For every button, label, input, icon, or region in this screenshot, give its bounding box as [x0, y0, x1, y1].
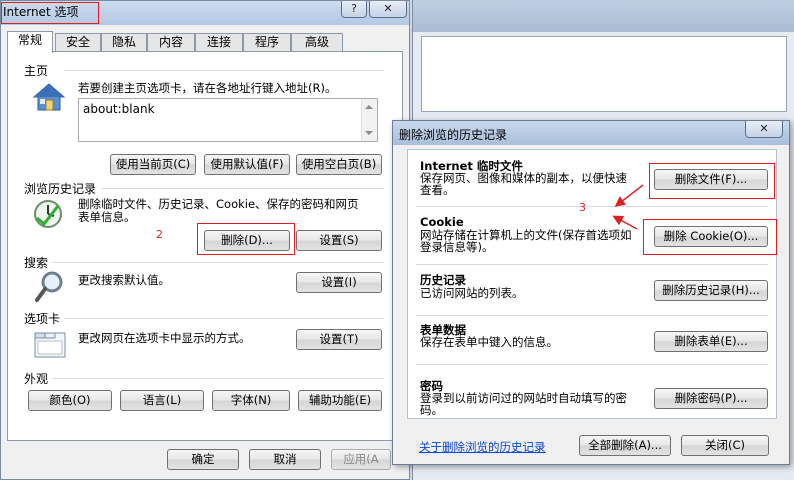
- tab-programs[interactable]: 程序: [243, 33, 291, 52]
- close-button[interactable]: ✕: [369, 1, 407, 18]
- search-heading: 搜索: [24, 256, 49, 270]
- tab-privacy[interactable]: 隐私: [101, 33, 147, 52]
- divider: [64, 70, 384, 71]
- step-3-label: 3: [579, 201, 586, 214]
- form-data-desc-line1: 保存在表单中键入的信息。: [420, 335, 558, 349]
- browsing-history-heading: 浏览历史记录: [24, 182, 97, 196]
- delete-forms-button[interactable]: 删除表单(E)...: [654, 331, 768, 352]
- background-window-band: [413, 0, 794, 32]
- languages-button[interactable]: 语言(L): [120, 390, 204, 411]
- home-page-url-value: about:blank: [83, 102, 155, 116]
- apply-button[interactable]: 应用(A: [331, 449, 391, 470]
- magnifier-icon: [34, 270, 66, 304]
- delete-button-highlight-box: [197, 223, 295, 255]
- background-window-content: [421, 36, 787, 112]
- divider: [52, 262, 384, 263]
- history-desc-line1: 已访问网站的列表。: [420, 286, 524, 300]
- step-2-label: 2: [156, 228, 163, 241]
- tabs-description: 更改网页在选项卡中显示的方式。: [78, 331, 251, 345]
- fonts-button[interactable]: 字体(N): [212, 390, 290, 411]
- delete-history-dialog: 删除浏览的历史记录 ✕ Internet 临时文件 保存网页、图像和媒体的副本，…: [392, 120, 790, 465]
- help-button[interactable]: ?: [341, 1, 367, 18]
- tab-content[interactable]: 内容: [147, 33, 195, 52]
- divider: [52, 378, 384, 379]
- scroll-up-icon[interactable]: [365, 105, 373, 109]
- home-page-url-input[interactable]: about:blank: [78, 98, 378, 142]
- delete-files-highlight-box: [649, 163, 775, 199]
- close-dialog-button[interactable]: 关闭(C): [681, 435, 769, 456]
- tab-connections[interactable]: 连接: [195, 33, 243, 52]
- delete-history-list-button[interactable]: 删除历史记录(H)...: [654, 280, 768, 301]
- divider: [416, 364, 768, 365]
- url-scrollbar[interactable]: [361, 99, 377, 141]
- delete-history-title-bar[interactable]: 删除浏览的历史记录 ✕: [393, 121, 789, 145]
- ok-button[interactable]: 确定: [167, 449, 239, 470]
- scroll-down-icon[interactable]: [365, 131, 373, 135]
- internet-options-dialog: Internet 选项 ? ✕ 常规 安全 隐私 内容 连接 程序 高级 主页 …: [0, 0, 410, 480]
- divider: [64, 318, 384, 319]
- history-settings-button[interactable]: 设置(S): [296, 230, 382, 251]
- home-page-heading: 主页: [24, 64, 49, 78]
- use-current-button[interactable]: 使用当前页(C): [110, 154, 196, 175]
- appearance-heading: 外观: [24, 372, 49, 386]
- tab-general[interactable]: 常规: [7, 31, 53, 53]
- delete-all-button[interactable]: 全部删除(A)...: [579, 435, 671, 456]
- passwords-desc-line2: 码。: [420, 403, 443, 417]
- cookie-title: Cookie: [420, 215, 464, 229]
- history-description-line2: 表单信息。: [78, 210, 136, 224]
- use-default-button[interactable]: 使用默认值(F): [204, 154, 290, 175]
- delete-history-close-button[interactable]: ✕: [745, 121, 783, 138]
- tab-advanced[interactable]: 高级: [291, 33, 343, 52]
- colors-button[interactable]: 颜色(O): [28, 390, 112, 411]
- passwords-desc-line1: 登录到以前访问过的网站时自动填写的密: [420, 391, 627, 405]
- cancel-button[interactable]: 取消: [249, 449, 321, 470]
- use-blank-button[interactable]: 使用空白页(B): [296, 154, 382, 175]
- house-icon: [32, 82, 66, 112]
- divider: [416, 315, 768, 316]
- tabs-window-icon: [34, 328, 66, 360]
- about-delete-history-link[interactable]: 关于删除浏览的历史记录: [419, 439, 546, 455]
- divider: [416, 264, 768, 265]
- tabs-heading: 选项卡: [24, 312, 61, 326]
- delete-cookies-highlight-box: [643, 219, 777, 255]
- tab-security[interactable]: 安全: [55, 33, 101, 52]
- search-description: 更改搜索默认值。: [78, 273, 170, 287]
- divider: [102, 188, 384, 189]
- home-page-description: 若要创建主页选项卡，请在各地址行键入地址(R)。: [78, 81, 337, 95]
- step-3-arrows: [612, 184, 644, 230]
- title-highlight-box: [1, 2, 99, 24]
- tabs-settings-button[interactable]: 设置(T): [296, 329, 382, 350]
- delete-history-title: 删除浏览的历史记录: [399, 128, 508, 142]
- cookie-desc-line2: 登录信息等)。: [420, 240, 494, 254]
- history-clock-icon: [32, 198, 66, 230]
- search-settings-button[interactable]: 设置(I): [296, 272, 382, 293]
- divider: [416, 206, 768, 207]
- accessibility-button[interactable]: 辅助功能(E): [298, 390, 382, 411]
- temp-files-desc-line2: 查看。: [420, 183, 455, 197]
- delete-passwords-button[interactable]: 删除密码(P)...: [654, 388, 768, 409]
